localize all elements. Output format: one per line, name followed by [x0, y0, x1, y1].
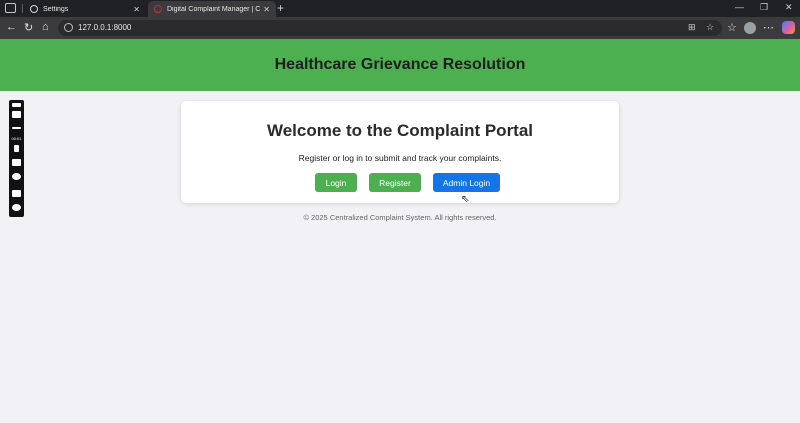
tab-settings[interactable]: Settings ✕ — [24, 1, 146, 17]
address-bar[interactable]: 127.0.0.1:8000 ⊞ ☆ — [58, 20, 722, 36]
camera-icon[interactable] — [12, 111, 21, 118]
grip-icon[interactable] — [12, 103, 21, 107]
welcome-text: Register or log in to submit and track y… — [298, 153, 502, 163]
site-title: Healthcare Grievance Resolution — [274, 56, 526, 73]
restore-icon[interactable]: ❐ — [760, 2, 768, 13]
close-window-icon[interactable]: ✕ — [785, 2, 793, 13]
settings-gear-icon[interactable] — [12, 204, 21, 211]
refresh-icon[interactable]: ↻ — [24, 21, 33, 34]
new-tab-icon[interactable]: + — [277, 1, 284, 15]
tab-actions-icon[interactable] — [5, 3, 16, 13]
back-icon[interactable]: ← — [6, 21, 17, 33]
welcome-title: Welcome to the Complaint Portal — [266, 121, 534, 140]
browser-toolbar: ← ↻ ⌂ 127.0.0.1:8000 ⊞ ☆ ☆ ⋯ — [0, 17, 800, 39]
divider — [22, 4, 23, 13]
url-text[interactable]: 127.0.0.1:8000 — [78, 23, 131, 32]
read-aloud-icon[interactable]: ⊞ — [688, 22, 696, 33]
home-icon[interactable]: ⌂ — [42, 21, 49, 33]
microphone-icon[interactable] — [14, 145, 19, 152]
favicon-icon — [154, 5, 162, 13]
button-row: Login Register Admin Login — [181, 173, 619, 192]
speaker-icon[interactable] — [12, 159, 21, 166]
favorite-star-icon[interactable]: ☆ — [706, 22, 714, 33]
minimize-icon[interactable]: — — [735, 2, 744, 12]
browser-tab-bar: Settings ✕ Digital Complaint Manager | C… — [0, 0, 800, 17]
recording-time: 00:01 — [11, 136, 22, 141]
login-button[interactable]: Login — [315, 173, 357, 192]
more-dots-icon[interactable] — [12, 127, 21, 129]
mouse-cursor-icon: ⇖ — [461, 194, 470, 205]
page-content: Healthcare Grievance Resolution Welcome … — [0, 39, 800, 423]
close-icon[interactable]: ✕ — [133, 5, 140, 14]
folder-icon[interactable] — [12, 190, 21, 197]
info-icon[interactable] — [64, 23, 73, 32]
register-button[interactable]: Register — [369, 173, 421, 192]
webcam-icon[interactable] — [12, 173, 21, 180]
tab-title: Digital Complaint Manager | Com — [167, 5, 261, 13]
favorites-icon[interactable]: ☆ — [727, 21, 737, 34]
close-icon[interactable]: ✕ — [263, 5, 270, 14]
site-header: Healthcare Grievance Resolution — [0, 39, 800, 91]
tab-title: Settings — [43, 5, 69, 13]
tab-complaint-manager[interactable]: Digital Complaint Manager | Com ✕ — [148, 1, 276, 17]
profile-avatar[interactable] — [744, 22, 756, 34]
more-menu-icon[interactable]: ⋯ — [763, 21, 774, 34]
admin-login-button[interactable]: Admin Login — [433, 173, 500, 192]
welcome-card: Welcome to the Complaint Portal Register… — [181, 101, 619, 203]
gear-icon — [30, 5, 38, 13]
copilot-icon[interactable] — [782, 21, 795, 34]
footer-text: © 2025 Centralized Complaint System. All… — [303, 213, 497, 222]
recorder-toolbar: 00:01 — [9, 100, 24, 217]
